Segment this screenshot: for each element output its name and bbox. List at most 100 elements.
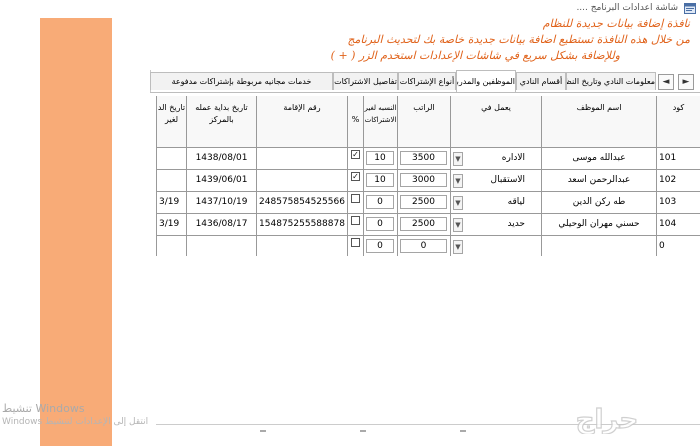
cell-salary-wrap: 3500 [398,148,451,170]
cell-iqama[interactable]: 154875255588878 [257,214,348,236]
header-start-date: تاريخ بداية عمله بالمركز [187,96,257,148]
activation-watermark-sub: انتقل إلى الإعدادات لتنشيط Windows [2,417,149,427]
cell-percent-wrap: 10 [364,148,398,170]
cell-checkbox-wrap [348,192,364,214]
header-works-in: يعمل في [451,96,542,148]
cell-works-in[interactable]: حديد [451,214,542,236]
chevron-left-icon: ◄ [662,77,670,87]
cell-salary-wrap: 2500 [398,214,451,236]
chevron-down-icon[interactable]: ▼ [453,240,463,254]
cell-start-date[interactable]: 1436/08/17 [187,214,257,236]
cell-works-in[interactable]: الاستقبال [451,170,542,192]
chevron-down-icon[interactable]: ▼ [453,152,463,166]
header-salary: الراتب [398,96,451,148]
tab-subscription-details[interactable]: تفاصيل الاشتراكات [333,72,398,90]
tab-bar: ◄ ► معلومات النادي وتاريخ النظام والشعار… [150,70,700,92]
chevron-right-icon: ► [682,77,690,87]
cell-end-date[interactable] [157,236,187,256]
cell-iqama[interactable] [257,148,348,170]
cell-start-date[interactable]: 1439/06/01 [187,170,257,192]
cell-name[interactable]: حسني مهران الوحيلي [542,214,657,236]
tab-club-info[interactable]: معلومات النادي وتاريخ النظام والشعار [566,72,656,90]
window-title: شاشة اعدادات البرنامج .... [576,3,678,13]
notice-line-1: نافذة إضافة بيانات جديدة للنظام [542,17,690,30]
salary-field[interactable]: 2500 [400,217,447,231]
cell-name[interactable]: طه ركن الدين [542,192,657,214]
cell-salary-wrap: 2500 [398,192,451,214]
cell-name[interactable]: عبدالله موسى [542,148,657,170]
chevron-down-icon[interactable]: ▼ [453,196,463,210]
percent-checkbox[interactable]: ✓ [351,150,360,159]
header-percent-flag: % [348,96,364,148]
cell-name[interactable]: عبدالرحمن اسعد [542,170,657,192]
left-panel [0,18,40,446]
percent-checkbox[interactable] [351,194,360,203]
percent-checkbox[interactable] [351,238,360,247]
cell-code[interactable]: 101 [657,148,700,170]
tab-employees-trainers[interactable]: الموظفين والمدربين [456,70,516,92]
notice-line-3: وللإضافة بشكل سريع في شاشات الإعدادات اس… [330,49,620,62]
settings-window: شاشة اعدادات البرنامج .... نافذة إضافة ب… [0,0,700,446]
scroll-marker [460,430,466,432]
cell-percent-wrap: 0 [364,192,398,214]
cell-code[interactable]: 0 [657,236,700,256]
header-end-date: تاريخ الد لغير [157,96,187,148]
tab-scroll-left-button[interactable]: ◄ [658,74,674,90]
cell-end-date[interactable]: 3/19 [157,214,187,236]
cell-works-in[interactable]: لياقه [451,192,542,214]
cell-end-date[interactable] [157,170,187,192]
cell-start-date[interactable]: 1437/10/19 [187,192,257,214]
cell-iqama[interactable]: 248575854525566 [257,192,348,214]
cell-salary-wrap: 0 [398,236,451,256]
header-percent: النسبه لغير الاشتراكات [364,96,398,148]
cell-checkbox-wrap [348,236,364,256]
chevron-down-icon[interactable]: ▼ [453,174,463,188]
cell-checkbox-wrap: ✓ [348,170,364,192]
cell-percent-wrap: 0 [364,236,398,256]
cell-percent-wrap: 10 [364,170,398,192]
tab-subscription-types[interactable]: أنواع الإشتراكات [398,72,456,90]
percent-checkbox[interactable]: ✓ [351,172,360,181]
activation-watermark: تنشيط Windows [2,402,85,415]
percent-field[interactable]: 10 [366,151,394,165]
cell-checkbox-wrap [348,214,364,236]
percent-field[interactable]: 10 [366,173,394,187]
cell-percent-wrap: 0 [364,214,398,236]
svg-text:حراج: حراج [576,405,639,434]
cell-iqama[interactable] [257,236,348,256]
salary-field[interactable]: 3000 [400,173,447,187]
salary-field[interactable]: 0 [400,239,447,253]
tab-scroll-right-button[interactable]: ► [678,74,694,90]
haraj-logo: حراج [575,404,639,434]
cell-iqama[interactable] [257,170,348,192]
scroll-marker [360,430,366,432]
percent-field[interactable]: 0 [366,239,394,253]
cell-code[interactable]: 104 [657,214,700,236]
cell-code[interactable]: 102 [657,170,700,192]
cell-works-in[interactable] [451,236,542,256]
cell-code[interactable]: 103 [657,192,700,214]
scroll-marker [260,430,266,432]
cell-works-in[interactable]: الاداره [451,148,542,170]
percent-field[interactable]: 0 [366,195,394,209]
notice-line-2: من خلال هذه النافذة تستطيع اضافة بيانات … [347,33,690,46]
tab-free-services[interactable]: خدمات مجانيه مربوطة بإشتراكات مدفوعة [150,72,333,90]
header-iqama: رقم الإقامة [257,96,348,148]
percent-field[interactable]: 0 [366,217,394,231]
app-icon [684,3,696,14]
percent-checkbox[interactable] [351,216,360,225]
salary-field[interactable]: 2500 [400,195,447,209]
header-code: كود [657,96,700,148]
chevron-down-icon[interactable]: ▼ [453,218,463,232]
cell-start-date[interactable] [187,236,257,256]
cell-end-date[interactable] [157,148,187,170]
cell-name[interactable] [542,236,657,256]
tab-club-sections[interactable]: أقسام النادي [516,72,566,90]
cell-end-date[interactable]: 3/19 [157,192,187,214]
cell-start-date[interactable]: 1438/08/01 [187,148,257,170]
side-strip [40,18,112,446]
cell-salary-wrap: 3000 [398,170,451,192]
notice-text: نافذة إضافة بيانات جديدة للنظام من خلال … [170,16,690,64]
salary-field[interactable]: 3500 [400,151,447,165]
cell-checkbox-wrap: ✓ [348,148,364,170]
